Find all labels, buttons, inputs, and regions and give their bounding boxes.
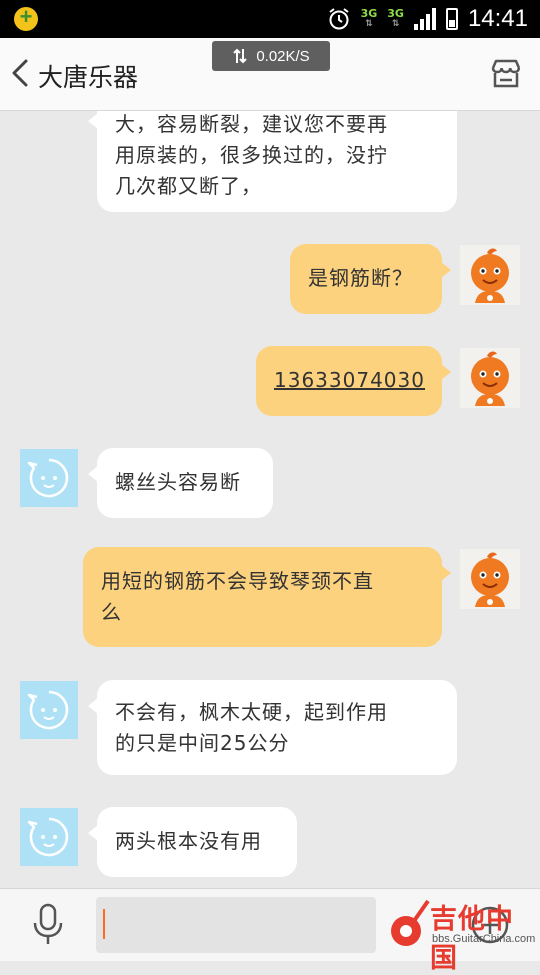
- microphone-icon[interactable]: [30, 903, 66, 947]
- message-input-bar: 吉他中国 bbs.GuitarChina.com: [0, 888, 540, 974]
- status-icons: 3G ⇅ 3G ⇅ 14:41: [327, 0, 528, 38]
- message-bubble-outgoing[interactable]: 13633074030: [256, 346, 451, 416]
- signal-icon: [413, 8, 436, 30]
- speech-bubble-face-avatar-icon: [27, 817, 69, 857]
- app-notification-icon: [14, 4, 38, 31]
- message-bubble-incoming[interactable]: 大，容易断裂，建议您不要再 用原装的，很多换过的，没拧 几次都又断了，: [88, 111, 457, 212]
- message-text-line: 用短的钢筋不会导致琴颈不直: [101, 569, 374, 593]
- orange-mascot-avatar-icon: [471, 248, 509, 303]
- chat-header: 大唐乐器 0.02K/S: [0, 38, 540, 111]
- message-text-line: 不会有，枫木太硬，起到作用: [115, 700, 388, 724]
- status-bar: 3G⇅ 3G⇅ 14:41: [0, 0, 540, 38]
- my-avatar[interactable]: [460, 245, 520, 305]
- message-text-line: 的只是中间25公分: [115, 731, 290, 755]
- speech-bubble-face-avatar-icon: [27, 458, 69, 498]
- network-speed-badge: 0.02K/S: [212, 41, 330, 71]
- message-text-line: 螺丝头容易断: [115, 470, 241, 494]
- message-bubble-outgoing[interactable]: 是钢筋断？: [290, 244, 451, 314]
- my-avatar[interactable]: [460, 549, 520, 609]
- message-bubble-incoming[interactable]: 螺丝头容易断: [88, 448, 273, 518]
- message-text-line: 用原装的，很多换过的，没拧: [115, 143, 388, 167]
- message-text-line: 是钢筋断？: [308, 266, 413, 290]
- network-indicator-2: 3G ⇅: [387, 7, 404, 29]
- transfer-arrows-icon: [233, 48, 248, 64]
- chat-title[interactable]: 大唐乐器: [38, 58, 138, 94]
- watermark-url: bbs.GuitarChina.com: [432, 933, 536, 945]
- message-text-line: 两头根本没有用: [115, 829, 262, 853]
- message-bubble-outgoing[interactable]: 用短的钢筋不会导致琴颈不直 么: [83, 547, 451, 647]
- chat-messages[interactable]: 大，容易断裂，建议您不要再 用原装的，很多换过的，没拧 几次都又断了， 是钢筋断…: [0, 111, 540, 888]
- clock: 14:41: [467, 5, 528, 32]
- message-text-line: 么: [101, 600, 122, 624]
- message-bubble-incoming[interactable]: 两头根本没有用: [88, 807, 297, 877]
- my-avatar[interactable]: [460, 348, 520, 408]
- network-indicator-1: 3G ⇅: [360, 7, 378, 29]
- message-bubble-incoming[interactable]: 不会有，枫木太硬，起到作用 的只是中间25公分: [88, 680, 457, 775]
- contact-avatar[interactable]: [20, 808, 78, 866]
- message-text-line: 大，容易断裂，建议您不要再: [115, 112, 388, 136]
- back-icon[interactable]: [8, 58, 32, 88]
- battery-icon: [445, 8, 458, 30]
- speech-bubble-face-avatar-icon: [27, 690, 69, 730]
- message-text-line: 几次都又断了，: [115, 174, 262, 198]
- site-watermark: 吉他中国 bbs.GuitarChina.com: [386, 895, 536, 974]
- alarm-icon: [328, 8, 349, 30]
- text-caret: [103, 909, 105, 939]
- orange-mascot-avatar-icon: [471, 351, 509, 406]
- orange-mascot-avatar-icon: [471, 552, 509, 607]
- message-input[interactable]: [96, 897, 376, 953]
- store-icon[interactable]: [488, 56, 524, 92]
- phone-number-link[interactable]: 13633074030: [274, 365, 424, 396]
- network-speed: 0.02K/S: [256, 47, 310, 65]
- contact-avatar[interactable]: [20, 681, 78, 739]
- contact-avatar[interactable]: [20, 449, 78, 507]
- guitar-logo-icon: [391, 899, 430, 946]
